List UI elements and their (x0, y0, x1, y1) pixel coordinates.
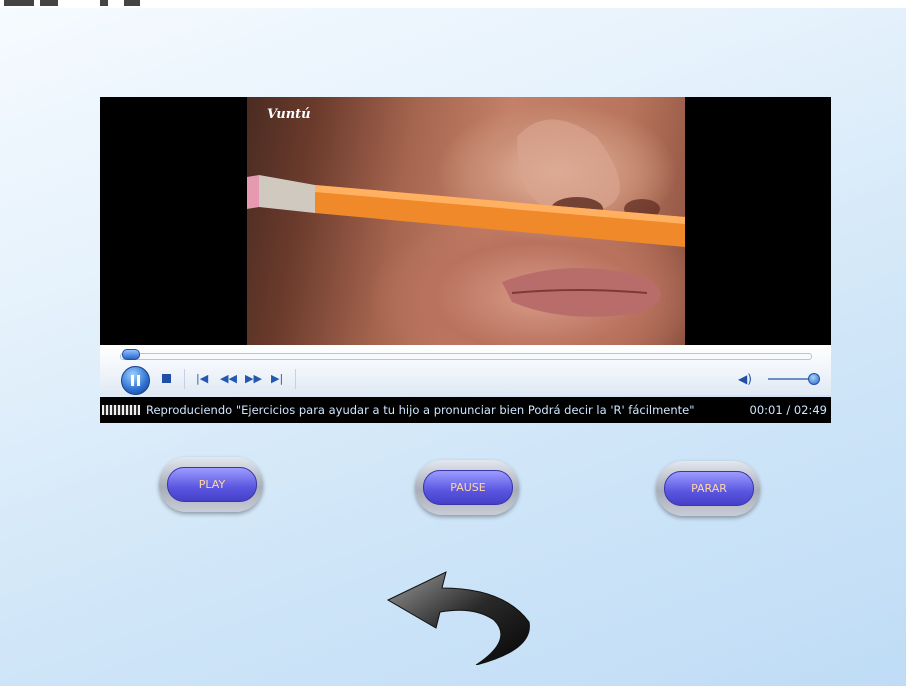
media-player: Vuntú |◀ ◀◀ ▶▶ ▶| ◀) Reproduciendo "Ejer… (100, 97, 831, 423)
stop-icon[interactable] (162, 374, 171, 383)
volume-icon[interactable]: ◀) (738, 372, 752, 386)
fast-forward-icon[interactable]: ▶▶ (245, 373, 262, 384)
pause-button-label: PAUSE (423, 470, 513, 505)
pause-button[interactable]: PAUSE (415, 460, 519, 515)
time-display: 00:01 / 02:49 (749, 403, 827, 417)
rewind-icon[interactable]: ◀◀ (220, 373, 237, 384)
now-playing-text: Reproduciendo "Ejercicios para ayudar a … (146, 403, 695, 417)
video-frame: Vuntú (247, 97, 685, 345)
play-pause-icon[interactable] (121, 366, 150, 395)
next-icon[interactable]: ▶| (271, 373, 283, 384)
back-arrow-icon[interactable] (384, 570, 534, 666)
control-divider (295, 369, 296, 389)
volume-thumb[interactable] (808, 373, 820, 385)
status-bar: Reproduciendo "Ejercicios para ayudar a … (100, 397, 831, 423)
stop-button-label: PARAR (664, 471, 754, 506)
play-button[interactable]: PLAY (159, 457, 263, 512)
top-toolbar-strip (0, 0, 906, 8)
control-divider (184, 369, 185, 389)
seek-track[interactable] (120, 353, 812, 360)
previous-icon[interactable]: |◀ (196, 373, 208, 384)
playing-indicator-icon (102, 405, 140, 415)
video-area[interactable]: Vuntú (100, 97, 831, 345)
play-button-label: PLAY (167, 467, 257, 502)
seek-thumb[interactable] (122, 349, 140, 360)
seek-bar-area (100, 345, 831, 395)
stop-button[interactable]: PARAR (656, 461, 760, 516)
